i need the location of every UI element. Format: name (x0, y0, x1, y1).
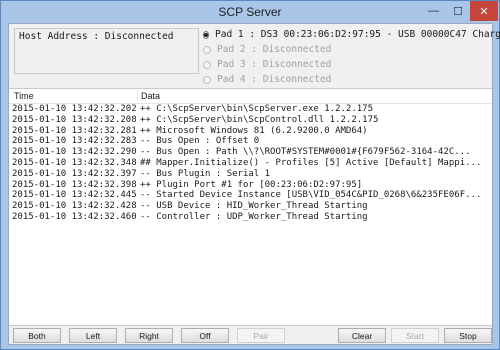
pad-2-option: Pad 2 : Disconnected (203, 42, 488, 57)
log-data: ++ Plugin Port #1 for [00:23:06:D2:97:95… (140, 179, 363, 190)
log-time: 2015-01-10 13:42:32.283 (12, 136, 137, 147)
log-header: Time Data (9, 89, 492, 104)
log-data: ++ Microsoft Windows 81 (6.2.9200.0 AMD6… (140, 125, 368, 136)
start-button: Start (391, 328, 439, 343)
column-divider[interactable] (137, 89, 138, 103)
off-button[interactable]: Off (181, 328, 229, 343)
host-address-label: Host Address : Disconnected (19, 31, 174, 42)
maximize-button[interactable]: ☐ (446, 1, 470, 21)
pad-3-option: Pad 3 : Disconnected (203, 57, 488, 72)
title-bar[interactable]: SCP Server — ☐ ✕ (1, 1, 499, 23)
pad-1-label: Pad 1 : DS3 00:23:06:D2:97:95 - USB 0000… (215, 29, 500, 40)
log-data: -- USB Device : HID_Worker_Thread Starti… (140, 201, 368, 212)
clear-button[interactable]: Clear (338, 328, 386, 343)
log-time: 2015-01-10 13:42:32.428 (12, 201, 137, 212)
log-time: 2015-01-10 13:42:32.348 (12, 157, 137, 168)
pad-1-option[interactable]: Pad 1 : DS3 00:23:06:D2:97:95 - USB 0000… (203, 27, 500, 42)
log-time: 2015-01-10 13:42:32.460 (12, 211, 137, 222)
log-row[interactable]: 2015-01-10 13:42:32.460 -- Controller : U… (9, 212, 492, 223)
log-time: 2015-01-10 13:42:32.445 (12, 190, 137, 201)
both-button[interactable]: Both (13, 328, 61, 343)
left-button[interactable]: Left (69, 328, 117, 343)
log-row[interactable]: 2015-01-10 13:42:32.397 -- Bus Plugin : S… (9, 169, 492, 180)
log-time: 2015-01-10 13:42:32.290 (12, 147, 137, 158)
app-window: SCP Server — ☐ ✕ Host Address : Disconne… (0, 0, 500, 350)
log-row[interactable]: 2015-01-10 13:42:32.428 -- USB Device : H… (9, 201, 492, 212)
log-data: -- Bus Open : Offset 0 (140, 136, 260, 147)
pair-button: Pair (237, 328, 285, 343)
log-time: 2015-01-10 13:42:32.281 (12, 125, 137, 136)
log-rows: 2015-01-10 13:42:32.202 ++ C:\ScpServer\b… (9, 104, 492, 223)
pad-radio-group: Pad 1 : DS3 00:23:06:D2:97:95 - USB 0000… (203, 27, 500, 87)
log-data: -- Started Device Instance [USB\VID_054C… (140, 190, 482, 201)
log-list[interactable]: Time Data 2015-01-10 13:42:32.202 ++ C:\S… (9, 88, 492, 326)
stop-button[interactable]: Stop (444, 328, 492, 343)
right-button[interactable]: Right (125, 328, 173, 343)
log-time: 2015-01-10 13:42:32.202 (12, 104, 137, 114)
log-time: 2015-01-10 13:42:32.398 (12, 179, 137, 190)
pad-4-radio (203, 75, 211, 84)
log-data: ++ C:\ScpServer\bin\ScpServer.exe 1.2.2.… (140, 104, 373, 114)
log-row[interactable]: 2015-01-10 13:42:32.445 -- Started Device… (9, 190, 492, 201)
column-header-data[interactable]: Data (141, 91, 160, 101)
log-row[interactable]: 2015-01-10 13:42:32.283 -- Bus Open : Off… (9, 136, 492, 147)
minimize-button[interactable]: — (421, 1, 446, 21)
pad-1-radio[interactable] (203, 30, 209, 39)
log-data: ++ C:\ScpServer\bin\ScpControl.dll 1.2.2… (140, 114, 379, 125)
log-time: 2015-01-10 13:42:32.397 (12, 168, 137, 179)
pad-3-radio (203, 60, 211, 69)
log-row[interactable]: 2015-01-10 13:42:32.281 ++ Microsoft Wind… (9, 126, 492, 137)
log-row[interactable]: 2015-01-10 13:42:32.348 ## Mapper.Initial… (9, 158, 492, 169)
pad-4-label: Pad 4 : Disconnected (217, 74, 332, 85)
pad-2-radio (203, 45, 211, 54)
close-button[interactable]: ✕ (470, 1, 498, 21)
column-header-time[interactable]: Time (14, 91, 34, 101)
log-data: ## Mapper.Initialize() - Profiles [5] Ac… (140, 157, 482, 168)
pad-4-option: Pad 4 : Disconnected (203, 72, 488, 87)
log-row[interactable]: 2015-01-10 13:42:32.208 ++ C:\ScpServer\b… (9, 115, 492, 126)
pad-3-label: Pad 3 : Disconnected (217, 59, 332, 70)
log-data: -- Bus Plugin : Serial 1 (140, 168, 271, 179)
log-row[interactable]: 2015-01-10 13:42:32.398 ++ Plugin Port #1… (9, 180, 492, 191)
log-data: -- Controller : UDP_Worker_Thread Starti… (140, 211, 368, 222)
button-bar: Both Left Right Off Pair Clear Start Sto… (9, 328, 492, 344)
pad-2-label: Pad 2 : Disconnected (217, 44, 332, 55)
log-time: 2015-01-10 13:42:32.208 (12, 114, 137, 125)
log-row[interactable]: 2015-01-10 13:42:32.202 ++ C:\ScpServer\b… (9, 104, 492, 115)
client-area: Host Address : Disconnected Pad 1 : DS3 … (8, 23, 500, 345)
log-row[interactable]: 2015-01-10 13:42:32.290 -- Bus Open : Pat… (9, 147, 492, 158)
log-data: -- Bus Open : Path \\?\ROOT#SYSTEM#0001#… (140, 147, 471, 158)
host-address-panel: Host Address : Disconnected (14, 28, 199, 74)
